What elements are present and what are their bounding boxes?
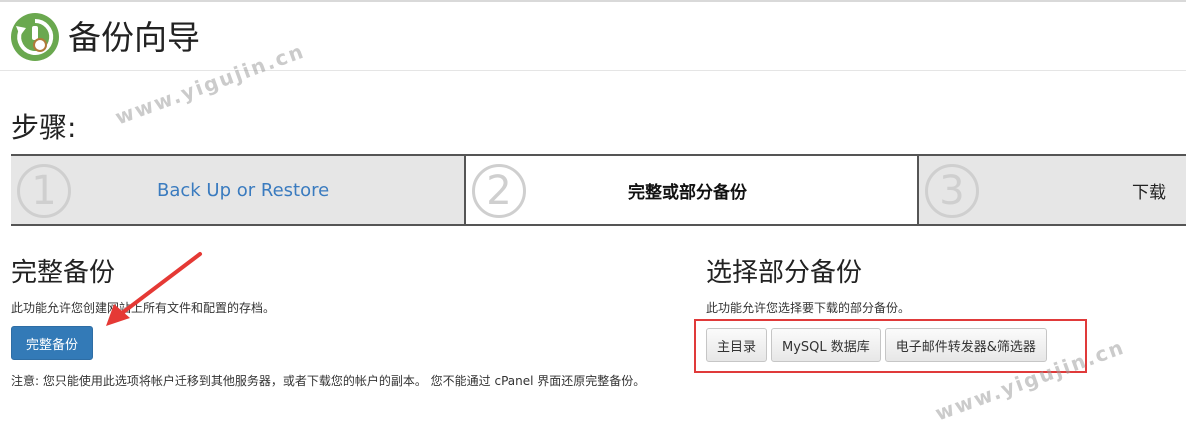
step-label: 下载 (1132, 182, 1166, 203)
red-arrow-annotation (106, 252, 202, 326)
step-number-2: 2 (472, 164, 526, 218)
header-divider (0, 70, 1186, 71)
page-title: 备份向导 (68, 18, 200, 57)
top-border (0, 0, 1186, 2)
step-number-1: 1 (17, 164, 71, 218)
full-backup-note: 注意: 您只能使用此选项将帐户迁移到其他服务器，或者下载您的帐户的副本。 您不能… (11, 374, 646, 388)
steps-heading: 步骤: (11, 111, 77, 144)
step-back-up-or-restore[interactable]: 1 Back Up or Restore (11, 156, 464, 224)
mysql-databases-button[interactable]: MySQL 数据库 (771, 328, 881, 362)
email-forwarders-filters-button[interactable]: 电子邮件转发器&筛选器 (884, 328, 1047, 362)
home-directory-button[interactable]: 主目录 (706, 328, 768, 362)
partial-backup-title: 选择部分备份 (706, 258, 863, 288)
step-progress-bar: 1 Back Up or Restore 2 完整或部分备份 3 下载 (11, 154, 1186, 226)
full-backup-button[interactable]: 完整备份 (11, 326, 93, 360)
partial-backup-buttons: 主目录 MySQL 数据库 电子邮件转发器&筛选器 (706, 328, 1047, 362)
step-label: 完整或部分备份 (628, 182, 747, 203)
step-download: 3 下载 (919, 156, 1186, 224)
partial-backup-description: 此功能允许您选择要下载的部分备份。 (706, 301, 911, 315)
page-header: 备份向导 (0, 10, 1186, 72)
step-full-or-partial-backup: 2 完整或部分备份 (464, 156, 919, 224)
backup-wizard-icon (11, 13, 59, 61)
step-number-3: 3 (925, 164, 979, 218)
step-label[interactable]: Back Up or Restore (157, 156, 329, 224)
